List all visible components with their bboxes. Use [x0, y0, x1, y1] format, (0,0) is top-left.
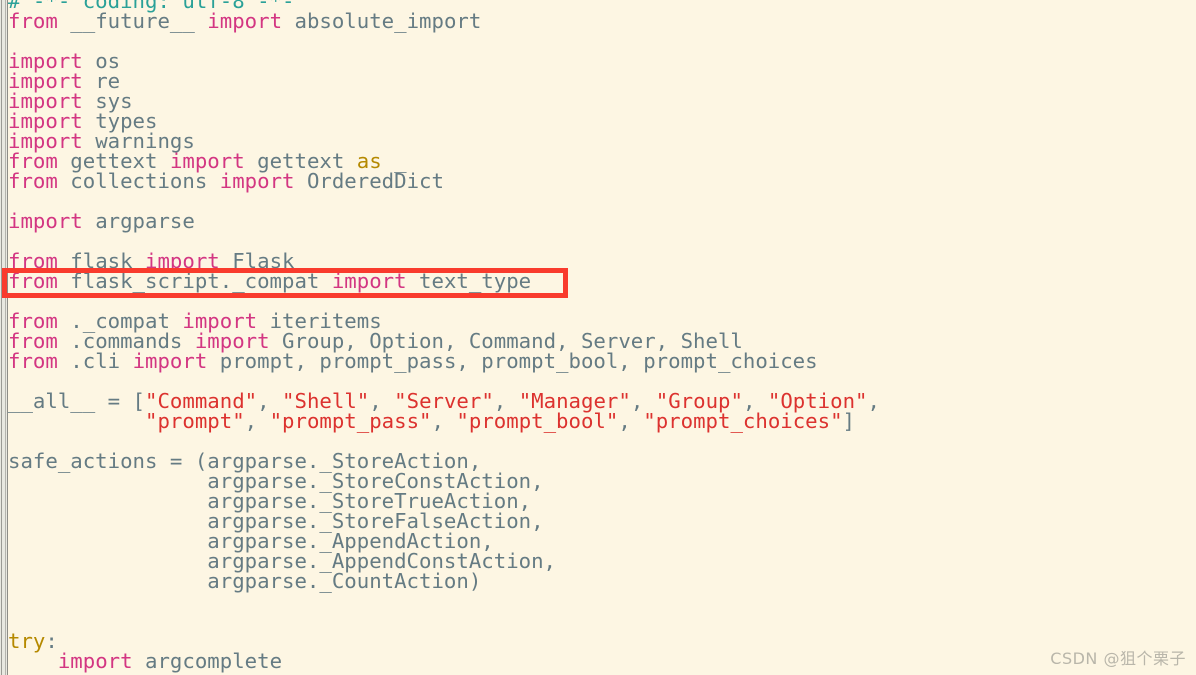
gutter-rule-left: [1, 0, 2, 675]
code-token-str: "prompt": [145, 409, 245, 433]
code-line: import sys: [8, 91, 1196, 112]
code-token-kw: import: [57, 649, 133, 673]
code-viewer-screen: # -*- coding: utf-8 -*- from __future__ i…: [0, 0, 1196, 675]
code-line: import argcomplete: [8, 649, 1196, 673]
gutter-rule-mid: [5, 0, 6, 675]
code-token-id: ,: [244, 409, 270, 433]
code-token-id: collections: [57, 169, 220, 193]
code-token-id: .cli: [57, 349, 133, 373]
code-line: import re: [8, 71, 1196, 92]
code-token-str: "prompt_choices": [643, 409, 843, 433]
code-line: import types: [8, 111, 1196, 132]
code-line: from ._compat import iteritems: [8, 311, 1196, 332]
code-token-id: argparse: [82, 209, 195, 233]
code-line: argparse._StoreTrueAction,: [8, 491, 1196, 512]
code-line: argparse._CountAction): [8, 569, 1196, 593]
code-token-id: OrderedDict: [294, 169, 444, 193]
code-token-kw: import: [132, 349, 208, 373]
code-line: __all__ = ["Command", "Shell", "Server",…: [8, 389, 1196, 413]
code-token-str: "prompt_bool": [456, 409, 619, 433]
code-line: argparse._StoreFalseAction,: [8, 511, 1196, 532]
code-line: from collections import OrderedDict: [8, 169, 1196, 193]
code-token-id: [8, 409, 145, 433]
csdn-watermark: CSDN @狙个栗子: [1050, 649, 1186, 668]
code-line: argparse._AppendAction,: [8, 531, 1196, 552]
code-line: argparse._AppendConstAction,: [8, 551, 1196, 572]
code-line: import os: [8, 51, 1196, 72]
code-line: from __future__ import absolute_import: [8, 9, 1196, 33]
code-line: "prompt", "prompt_pass", "prompt_bool", …: [8, 409, 1196, 433]
code-token-kw: import: [331, 269, 407, 293]
code-content[interactable]: # -*- coding: utf-8 -*- from __future__ i…: [8, 0, 1196, 671]
code-token-kw: import: [219, 169, 295, 193]
code-line: import warnings: [8, 131, 1196, 152]
code-line: argparse._StoreConstAction,: [8, 471, 1196, 492]
code-line: from .cli import prompt, prompt_pass, pr…: [8, 349, 1196, 373]
code-token-id: ]: [842, 409, 856, 433]
code-token-id: [8, 649, 58, 673]
code-token-id: __future__: [57, 9, 208, 33]
code-token-id: ,: [431, 409, 457, 433]
code-token-id: text_type: [406, 269, 532, 293]
code-token-id: flask_script._compat: [57, 269, 332, 293]
code-token-id: argcomplete: [132, 649, 283, 673]
editor-left-gutter: [0, 0, 8, 675]
code-token-id: ,: [867, 389, 880, 413]
code-token-id: absolute_import: [282, 9, 482, 33]
code-token-id: argparse._CountAction): [8, 569, 482, 593]
code-line: from .commands import Group, Option, Com…: [8, 331, 1196, 352]
code-token-id: prompt, prompt_pass, prompt_bool, prompt…: [207, 349, 818, 373]
code-token-str: "prompt_pass": [269, 409, 432, 433]
code-line: try:: [8, 631, 1196, 652]
code-line: import argparse: [8, 209, 1196, 233]
code-line: from flask_script._compat import text_ty…: [8, 269, 1196, 293]
code-line: from flask import Flask: [8, 251, 1196, 272]
code-line: safe_actions = (argparse._StoreAction,: [8, 451, 1196, 472]
code-line: from gettext import gettext as _: [8, 151, 1196, 172]
code-token-id: ,: [618, 409, 644, 433]
code-token-kw: import: [207, 9, 283, 33]
